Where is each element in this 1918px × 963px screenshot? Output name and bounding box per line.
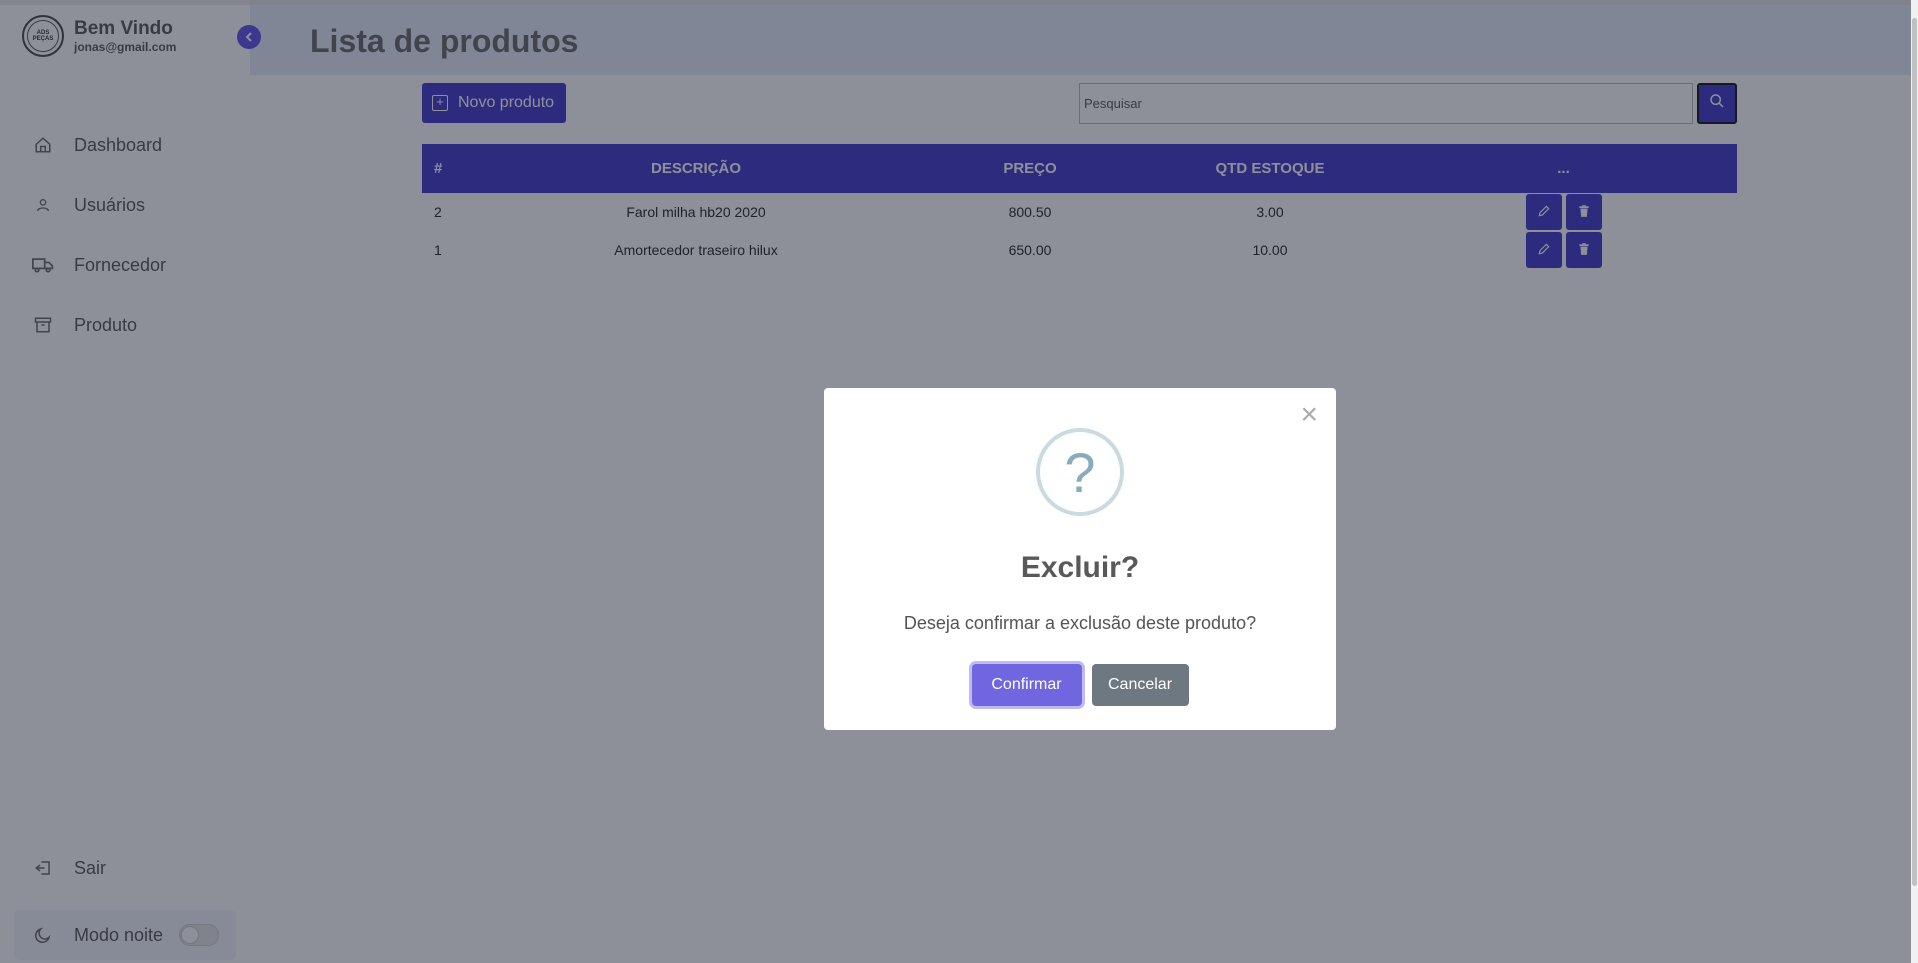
close-button[interactable]: × [1300,400,1318,430]
dialog-message: Deseja confirmar a exclusão deste produt… [903,613,1257,633]
page-scrollbar[interactable] [1911,0,1918,963]
dialog-title: Excluir? [1020,551,1140,584]
confirm-delete-dialog: × ? Excluir? Deseja confirmar a exclusão… [824,388,1336,730]
confirm-button[interactable]: Confirmar [971,664,1082,706]
question-icon: ? [1036,428,1124,516]
dialog-actions: Confirmar Cancelar [824,664,1336,706]
cancel-button[interactable]: Cancelar [1091,664,1189,706]
scrollbar-thumb[interactable] [1912,18,1917,886]
app-root: ADS PEÇAS Bem Vindo jonas@gmail.com Dash… [0,0,1918,963]
